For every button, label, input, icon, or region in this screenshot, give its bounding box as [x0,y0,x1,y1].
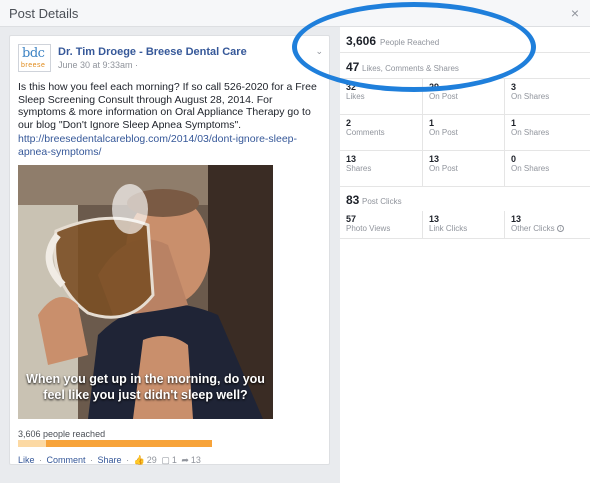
shares-on-post-label: On Post [429,164,458,173]
post-preview-pane: bdc breese Dr. Tim Droege - Breese Denta… [0,27,340,483]
likes-on-shares-label: On Shares [511,92,550,101]
dialog-header: Post Details × [0,0,590,27]
shares-breakdown-row: 13 Shares 13 On Post 0 On Shares [340,151,590,187]
comment-count-icon: ▢ [161,455,170,465]
post-timestamp[interactable]: June 30 at 9:33am · [58,60,138,70]
engagement-row: 47 Likes, Comments & Shares [340,53,590,79]
comments-total-label: Comments [346,128,385,137]
people-reached-value: 3,606 [346,34,377,48]
post-clicks-value: 83 [346,193,360,207]
post-message: Is this how you feel each morning? If so… [18,81,317,131]
comments-breakdown-row: 2 Comments 1 On Post 1 On Shares [340,115,590,151]
comments-on-shares: 1 On Shares [504,115,582,151]
comments-on-post: 1 On Post [422,115,500,151]
logo-mark: bdc [22,46,45,61]
chevron-down-icon[interactable]: ⌄ [315,46,323,57]
comments-on-post-value: 1 [429,118,435,128]
other-clicks-value: 13 [511,214,522,224]
shares-on-post: 13 On Post [422,151,500,187]
shares-on-post-value: 13 [429,154,440,164]
photo-views-value: 57 [346,214,357,224]
post-link[interactable]: http://breesedentalcareblog.com/2014/03/… [18,133,318,158]
shares-total-value: 13 [346,154,357,164]
logo-wordmark: breese [21,62,46,69]
reach-progress-bar [18,440,212,447]
likes-on-post-value: 29 [429,82,440,92]
page-name-link[interactable]: Dr. Tim Droege - Breese Dental Care [58,46,247,58]
close-icon[interactable]: × [571,5,579,21]
share-link[interactable]: Share [98,455,122,465]
comments-total-value: 2 [346,118,352,128]
comments-on-shares-value: 1 [511,118,517,128]
likes-on-shares: 3 On Shares [504,79,582,115]
shares-on-shares: 0 On Shares [504,151,582,187]
reach-progress-fill [18,440,212,447]
post-header: bdc breese Dr. Tim Droege - Breese Denta… [18,44,323,74]
shares-total: 13 Shares [340,151,418,187]
post-clicks-row: 83 Post Clicks [340,187,590,211]
info-icon[interactable]: i [556,225,564,233]
engagement-label: Likes, Comments & Shares [362,64,459,73]
likes-on-post: 29 On Post [422,79,500,115]
image-caption: When you get up in the morning, do you f… [26,372,265,402]
people-reached-label: People Reached [380,38,440,47]
like-count-icon: 👍 [133,455,145,465]
likes-on-shares-value: 3 [511,82,517,92]
comments-on-shares-label: On Shares [511,128,550,137]
link-clicks-label: Link Clicks [429,224,468,233]
clicks-breakdown-row: 57 Photo Views 13 Link Clicks 13 Other C… [340,211,590,239]
shares-on-shares-value: 0 [511,154,517,164]
post-card: bdc breese Dr. Tim Droege - Breese Denta… [9,35,330,465]
shares-total-label: Shares [346,164,372,173]
like-link[interactable]: Like [18,455,35,465]
likes-total: 32 Likes [340,79,418,115]
reach-organic-segment [18,440,46,447]
comment-link[interactable]: Comment [47,455,86,465]
link-clicks-value: 13 [429,214,440,224]
likes-total-label: Likes [346,92,365,101]
link-clicks: 13 Link Clicks [422,211,500,239]
likes-breakdown-row: 32 Likes 29 On Post 3 On Shares [340,79,590,115]
post-insights-pane: 3,606 People Reached 47 Likes, Comments … [340,27,590,483]
likes-on-post-label: On Post [429,92,458,101]
like-count[interactable]: 29 [147,455,157,465]
post-action-bar: Like · Comment · Share · 👍 29 ▢ 1 ➦ 13 [18,455,201,465]
photo-views-label: Photo Views [346,224,391,233]
likes-total-value: 32 [346,82,357,92]
post-photo[interactable]: When you get up in the morning, do you f… [18,165,273,419]
post-details-dialog: Post Details × bdc breese Dr. Tim Droege… [0,0,590,483]
engagement-value: 47 [346,60,360,74]
shares-on-shares-label: On Shares [511,164,550,173]
photo-views: 57 Photo Views [340,211,418,239]
comments-total: 2 Comments [340,115,418,151]
other-clicks-label: Other Clicks [511,224,555,233]
other-clicks-label-wrap: Other Clicks i [511,224,564,233]
page-logo[interactable]: bdc breese [18,44,51,72]
reach-summary: 3,606 people reached [18,429,106,439]
comments-on-post-label: On Post [429,128,458,137]
post-clicks-label: Post Clicks [362,197,402,206]
share-count-icon: ➦ [181,455,189,465]
dialog-title: Post Details [9,6,79,21]
comment-count[interactable]: 1 [172,455,177,465]
people-reached-row: 3,606 People Reached [340,27,590,53]
other-clicks: 13 Other Clicks i [504,211,582,239]
share-count[interactable]: 13 [191,455,201,465]
